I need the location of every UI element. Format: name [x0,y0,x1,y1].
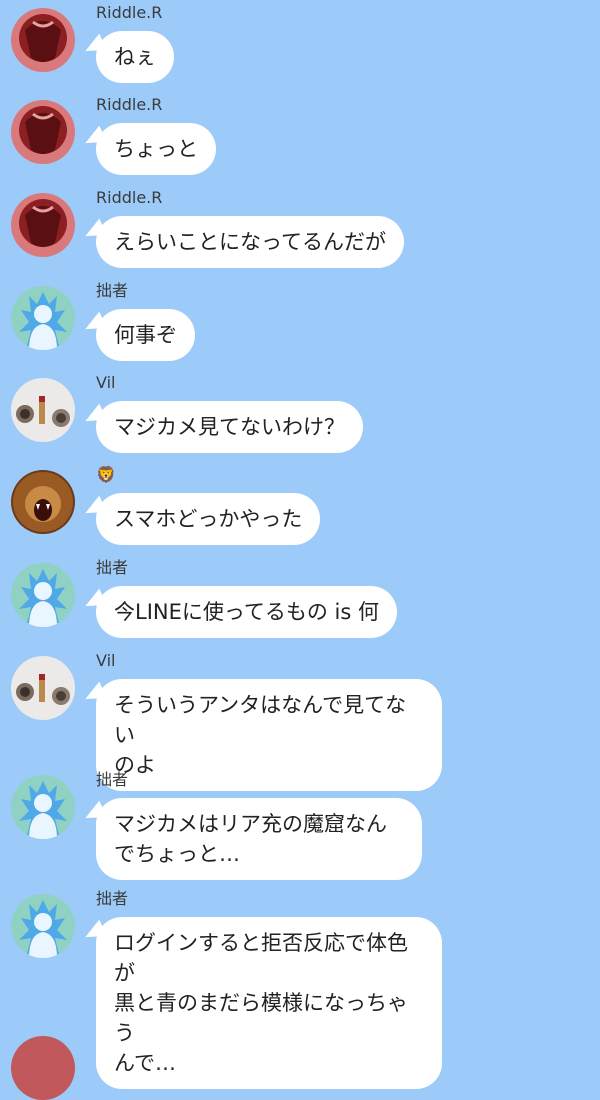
message-bubble[interactable]: ログインすると拒否反応で体色が 黒と青のまだら模様になっちゃう んで… [96,917,442,1089]
message-text: スマホどっかやった [114,507,303,531]
lipstick-avatar-icon[interactable] [11,378,75,442]
message-bubble[interactable]: ねぇ [96,31,174,83]
sender-name: 拙者 [96,281,129,300]
lion-avatar-icon[interactable] [11,470,75,534]
sender-name: 拙者 [96,558,129,577]
message-bubble[interactable]: スマホどっかやった [96,493,321,545]
blue-silhouette-avatar-icon[interactable] [11,286,75,350]
message-text: 何事ぞ [114,323,177,347]
message-bubble[interactable]: マジカメはリア充の魔窟なん でちょっと… [96,798,422,880]
message-text: マジカメ見てないわけ？ [114,415,345,439]
blue-silhouette-avatar-icon[interactable] [11,894,75,958]
message-text: 今LINEに使ってるもの is 何 [114,600,379,624]
lipstick-avatar-icon[interactable] [11,656,75,720]
sender-name: Riddle.R [96,95,163,114]
blue-silhouette-avatar-icon[interactable] [11,563,75,627]
sender-name: 拙者 [96,889,129,908]
message-bubble[interactable]: 今LINEに使ってるもの is 何 [96,586,397,638]
message-bubble[interactable]: ちょっと [96,123,216,175]
sender-name: Riddle.R [96,3,163,22]
message-text: えらいことになってるんだが [114,230,386,254]
message-text: ちょっと [114,137,198,161]
message-text: ログインすると拒否反応で体色が 黒と青のまだら模様になっちゃう んで… [114,931,408,1075]
riddle-avatar-icon[interactable] [11,100,75,164]
sender-name: 🦁 [96,465,116,484]
riddle-avatar-icon[interactable] [11,8,75,72]
sender-name: 拙者 [96,770,129,789]
message-text: そういうアンタはなんで見てない のよ [114,693,407,777]
blue-silhouette-avatar-icon[interactable] [11,775,75,839]
sender-name: Vil [96,651,116,670]
sender-name: Vil [96,373,116,392]
partial-avatar-icon[interactable] [11,1036,75,1100]
message-bubble[interactable]: マジカメ見てないわけ？ [96,401,363,453]
message-text: マジカメはリア充の魔窟なん でちょっと… [114,812,387,866]
riddle-avatar-icon[interactable] [11,193,75,257]
message-bubble[interactable]: そういうアンタはなんで見てない のよ [96,679,442,791]
message-bubble[interactable]: えらいことになってるんだが [96,216,404,268]
message-bubble[interactable]: 何事ぞ [96,309,195,361]
sender-name: Riddle.R [96,188,163,207]
message-text: ねぇ [114,45,156,69]
